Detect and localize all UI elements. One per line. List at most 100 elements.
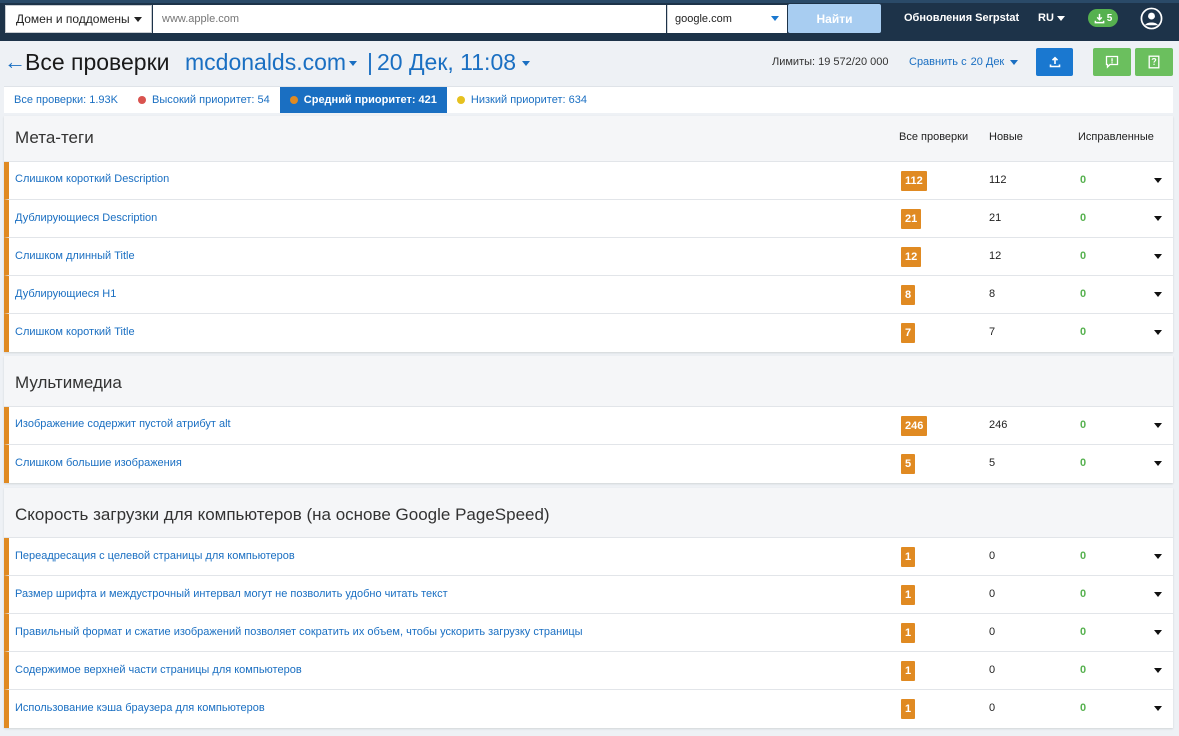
language-label: RU bbox=[1038, 12, 1054, 24]
downloads-button[interactable]: 5 bbox=[1088, 9, 1118, 27]
check-name-link[interactable]: Содержимое верхней части страницы для ко… bbox=[15, 664, 302, 676]
all-count-badge: 1 bbox=[901, 547, 916, 567]
page-title: Все проверки bbox=[25, 49, 170, 75]
check-name-link[interactable]: Использование кэша браузера для компьюте… bbox=[15, 702, 265, 714]
table-row[interactable]: Размер шрифта и междустрочный интервал м… bbox=[4, 576, 1173, 614]
expand-row-caret-icon[interactable] bbox=[1154, 330, 1162, 335]
table-row[interactable]: Переадресация с целевой страницы для ком… bbox=[4, 538, 1173, 576]
export-button[interactable] bbox=[1036, 48, 1073, 76]
all-count-badge: 7 bbox=[901, 323, 916, 343]
check-name-link[interactable]: Дублирующиеся H1 bbox=[15, 288, 116, 300]
search-input[interactable] bbox=[153, 5, 666, 33]
section-multimedia: Мультимедиа Изображение содержит пустой … bbox=[4, 356, 1173, 483]
table-row[interactable]: Изображение содержит пустой атрибут alt … bbox=[4, 407, 1173, 445]
feedback-button[interactable] bbox=[1093, 48, 1131, 76]
check-name-link[interactable]: Изображение содержит пустой атрибут alt bbox=[15, 418, 231, 430]
fixed-count: 0 bbox=[1080, 212, 1087, 224]
section-header: Мультимедиа bbox=[4, 356, 1173, 407]
check-name-link[interactable]: Слишком короткий Title bbox=[15, 326, 135, 338]
check-name-link[interactable]: Дублирующиеся Description bbox=[15, 212, 157, 224]
column-header-fixed: Исправленные bbox=[1078, 131, 1154, 143]
compare-select[interactable]: Сравнить с 20 Дек bbox=[909, 56, 1019, 68]
check-name-link[interactable]: Переадресация с целевой страницы для ком… bbox=[15, 550, 295, 562]
fixed-count: 0 bbox=[1080, 588, 1087, 600]
table-row[interactable]: Содержимое верхней части страницы для ко… bbox=[4, 652, 1173, 690]
check-name-link[interactable]: Размер шрифта и междустрочный интервал м… bbox=[15, 588, 448, 600]
fixed-count: 0 bbox=[1080, 250, 1087, 262]
project-name: mcdonalds.com bbox=[185, 49, 347, 75]
check-name-link[interactable]: Правильный формат и сжатие изображений п… bbox=[15, 626, 583, 638]
section-desktop-pagespeed: Скорость загрузки для компьютеров (на ос… bbox=[4, 488, 1173, 728]
section-title: Скорость загрузки для компьютеров (на ос… bbox=[15, 505, 550, 524]
expand-row-caret-icon[interactable] bbox=[1154, 554, 1162, 559]
all-count-badge: 8 bbox=[901, 285, 916, 305]
all-count-badge: 112 bbox=[901, 171, 927, 191]
domain-scope-select[interactable]: Домен и поддомены bbox=[5, 5, 152, 33]
fixed-count: 0 bbox=[1080, 550, 1087, 562]
serpstat-updates-link[interactable]: Обновления Serpstat bbox=[904, 12, 1019, 24]
table-row[interactable]: Слишком длинный Title 12 12 0 bbox=[4, 238, 1173, 276]
expand-row-caret-icon[interactable] bbox=[1154, 178, 1162, 183]
find-button[interactable]: Найти bbox=[788, 4, 881, 33]
all-count-badge: 5 bbox=[901, 454, 916, 474]
table-row[interactable]: Слишком короткий Title 7 7 0 bbox=[4, 314, 1173, 352]
tab-all-checks[interactable]: Все проверки: 1.93K bbox=[4, 87, 128, 113]
table-row[interactable]: Правильный формат и сжатие изображений п… bbox=[4, 614, 1173, 652]
expand-row-caret-icon[interactable] bbox=[1154, 630, 1162, 635]
table-row[interactable]: Слишком большие изображения 5 5 0 bbox=[4, 445, 1173, 483]
project-select[interactable]: mcdonalds.com bbox=[185, 49, 358, 76]
fixed-count: 0 bbox=[1080, 664, 1087, 676]
section-title: Мета-теги bbox=[15, 128, 94, 147]
back-arrow-icon[interactable]: ← bbox=[4, 51, 26, 73]
downloads-count: 5 bbox=[1106, 12, 1113, 24]
search-engine-select[interactable]: google.com bbox=[667, 5, 787, 33]
search-engine-label: google.com bbox=[675, 13, 732, 25]
all-count-badge: 1 bbox=[901, 585, 916, 605]
table-row[interactable]: Слишком короткий Description 112 112 0 bbox=[4, 162, 1173, 200]
upload-icon bbox=[1049, 56, 1060, 68]
help-button[interactable] bbox=[1135, 48, 1173, 76]
user-account-icon[interactable] bbox=[1140, 7, 1163, 30]
download-icon bbox=[1094, 13, 1105, 23]
table-row[interactable]: Использование кэша браузера для компьюте… bbox=[4, 690, 1173, 728]
expand-row-caret-icon[interactable] bbox=[1154, 254, 1162, 259]
new-count: 0 bbox=[989, 588, 996, 600]
expand-row-caret-icon[interactable] bbox=[1154, 216, 1162, 221]
tab-high-priority[interactable]: Высокий приоритет: 54 bbox=[128, 87, 280, 113]
all-count-badge: 12 bbox=[901, 247, 922, 267]
table-row[interactable]: Дублирующиеся Description 21 21 0 bbox=[4, 200, 1173, 238]
expand-row-caret-icon[interactable] bbox=[1154, 706, 1162, 711]
section-title: Мультимедиа bbox=[15, 373, 122, 392]
table-row[interactable]: Дублирующиеся H1 8 8 0 bbox=[4, 276, 1173, 314]
check-name-link[interactable]: Слишком большие изображения bbox=[15, 457, 182, 469]
tab-label: Низкий приоритет: 634 bbox=[470, 94, 587, 106]
audit-date-select[interactable]: 20 Дек, 11:08 bbox=[377, 49, 531, 76]
language-select[interactable]: RU bbox=[1038, 12, 1065, 24]
low-priority-dot-icon bbox=[456, 96, 465, 104]
new-count: 0 bbox=[989, 626, 996, 638]
expand-row-caret-icon[interactable] bbox=[1154, 461, 1162, 466]
check-name-link[interactable]: Слишком короткий Description bbox=[15, 173, 169, 185]
priority-tabs: Все проверки: 1.93K Высокий приоритет: 5… bbox=[4, 86, 1173, 113]
expand-row-caret-icon[interactable] bbox=[1154, 592, 1162, 597]
chevron-down-icon bbox=[349, 61, 358, 66]
chevron-down-icon bbox=[134, 17, 142, 22]
fixed-count: 0 bbox=[1080, 626, 1087, 638]
expand-row-caret-icon[interactable] bbox=[1154, 292, 1162, 297]
topbar-accent-line bbox=[0, 0, 1179, 3]
fixed-count: 0 bbox=[1080, 288, 1087, 300]
limits-text: Лимиты: 19 572/20 000 bbox=[772, 56, 889, 68]
new-count: 0 bbox=[989, 664, 996, 676]
tab-medium-priority[interactable]: Средний приоритет: 421 bbox=[279, 87, 447, 113]
new-count: 8 bbox=[989, 288, 996, 300]
new-count: 12 bbox=[989, 250, 1002, 262]
all-count-badge: 21 bbox=[901, 209, 922, 229]
all-count-badge: 1 bbox=[901, 661, 916, 681]
new-count: 5 bbox=[989, 457, 996, 469]
expand-row-caret-icon[interactable] bbox=[1154, 668, 1162, 673]
tab-low-priority[interactable]: Низкий приоритет: 634 bbox=[447, 87, 597, 113]
section-meta-tags: Мета-теги Все проверки Новые Исправленны… bbox=[4, 116, 1173, 352]
check-name-link[interactable]: Слишком длинный Title bbox=[15, 250, 135, 262]
column-header-all-checks: Все проверки bbox=[899, 131, 969, 143]
expand-row-caret-icon[interactable] bbox=[1154, 423, 1162, 428]
